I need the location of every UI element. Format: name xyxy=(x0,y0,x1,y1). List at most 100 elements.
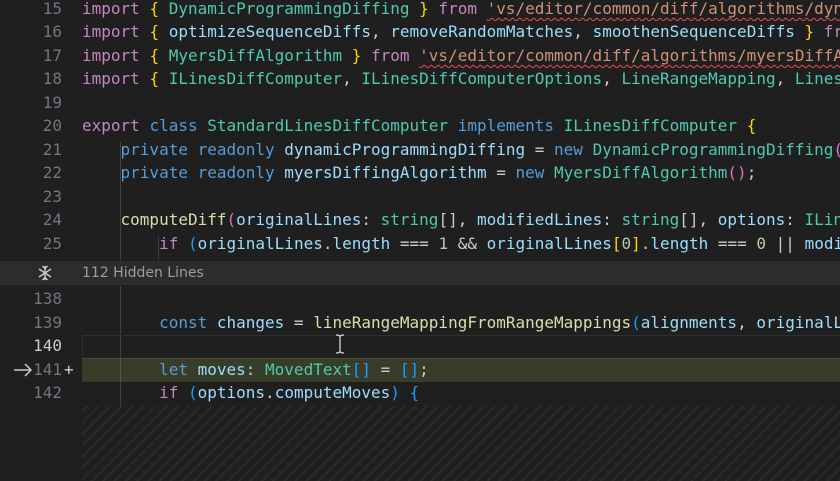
code-token: . xyxy=(265,383,275,402)
code-token: { xyxy=(149,22,169,41)
code-token: , xyxy=(342,69,362,88)
code-line[interactable] xyxy=(82,334,840,358)
code-token: implements xyxy=(457,116,564,135)
code-token: optimizeSequenceDiffs xyxy=(168,22,371,41)
code-token: new xyxy=(515,163,555,182)
code-token: let xyxy=(159,360,198,379)
code-token: ILinesDiffComputerOptions xyxy=(361,69,603,88)
code-token: LineRangeMapping xyxy=(621,69,776,88)
code-token: ( xyxy=(226,210,237,229)
code-line[interactable]: import { ILinesDiffComputer, ILinesDiffC… xyxy=(82,67,840,91)
code-token: DynamicProgrammingDiffing xyxy=(168,0,410,18)
code-token: alignments xyxy=(640,313,738,332)
code-token: lineRangeMappingFromRangeMappings xyxy=(313,313,632,332)
code-token: { xyxy=(149,46,169,65)
code-line[interactable]: let moves: MovedText[] = []; xyxy=(82,358,840,382)
line-number: 21 xyxy=(42,140,62,159)
code-token: ; xyxy=(419,360,429,379)
code-line[interactable]: import { MyersDiffAlgorithm } from 'vs/e… xyxy=(82,44,840,68)
hidden-lines-bar[interactable]: 112 Hidden Lines xyxy=(0,261,840,285)
code-token: private readonly xyxy=(120,163,285,182)
code-token: 0 xyxy=(621,234,632,253)
code-line[interactable]: import { optimizeSequenceDiffs, removeRa… xyxy=(82,20,840,44)
code-line[interactable] xyxy=(82,287,840,311)
code-token: === xyxy=(708,234,757,253)
code-token: 'vs/editor/common/diff/algorithms/dyn xyxy=(486,0,840,18)
code-token: { xyxy=(409,383,420,402)
code-token: === xyxy=(390,234,439,253)
code-token: 0 xyxy=(756,234,767,253)
unfold-icon[interactable] xyxy=(36,261,54,285)
code-token: ( xyxy=(187,234,198,253)
code-token: const xyxy=(159,313,217,332)
code-token: originalLines xyxy=(236,210,362,229)
code-token: ; xyxy=(746,163,757,182)
code-line[interactable]: export class StandardLinesDiffComputer i… xyxy=(82,114,840,138)
code-token: StandardLinesDiffComputer xyxy=(207,116,458,135)
code-token: string xyxy=(380,210,439,229)
diff-editor[interactable]: 15 import { DynamicProgrammingDiffing } f… xyxy=(0,0,840,481)
code-token: originalLines xyxy=(197,234,323,253)
arrow-right-icon xyxy=(12,358,34,382)
code-token: new xyxy=(554,140,593,159)
code-token: import xyxy=(82,22,150,41)
code-line[interactable]: if (originalLines.length === 1 && origin… xyxy=(82,232,840,256)
code-token: . xyxy=(640,234,651,253)
code-line[interactable]: private readonly myersDiffingAlgorithm =… xyxy=(82,161,840,185)
code-token: , xyxy=(602,69,622,88)
code-token: = xyxy=(525,140,555,159)
line-number: 23 xyxy=(42,187,62,206)
code-line[interactable]: if (options.computeMoves) { xyxy=(82,381,840,405)
line-number: 142 xyxy=(33,383,62,402)
line-number: 19 xyxy=(42,93,62,112)
code-token: moves xyxy=(197,360,246,379)
code-token: options xyxy=(197,383,266,402)
code-token: , xyxy=(775,69,795,88)
code-token: { xyxy=(149,69,169,88)
code-token: modi xyxy=(804,234,840,253)
line-number: 25 xyxy=(42,234,62,253)
empty-diff-region xyxy=(82,406,840,481)
code-line[interactable]: import { DynamicProgrammingDiffing } fro… xyxy=(82,0,840,21)
code-token: computeMoves xyxy=(274,383,391,402)
code-token: modifiedLines xyxy=(476,210,603,229)
code-token: = xyxy=(371,360,400,379)
line-number: 16 xyxy=(42,22,62,41)
code-line[interactable]: private readonly dynamicProgrammingDiffi… xyxy=(82,138,840,162)
added-line-marker: + xyxy=(64,360,74,379)
code-token: : xyxy=(361,210,381,229)
code-line[interactable]: const changes = lineRangeMappingFromRang… xyxy=(82,311,840,335)
code-token: removeRandomMatches xyxy=(390,22,574,41)
line-number: 140 xyxy=(33,336,62,355)
code-token: ) xyxy=(390,383,400,402)
code-token: from xyxy=(361,46,420,65)
code-token: Lines xyxy=(794,69,840,88)
code-token: DynamicProgrammingDiffing xyxy=(592,140,834,159)
code-token: import xyxy=(82,0,150,18)
code-token: class xyxy=(149,116,208,135)
code-token: changes xyxy=(216,313,285,332)
code-token: ( xyxy=(833,140,840,159)
hidden-lines-label[interactable]: 112 Hidden Lines xyxy=(82,261,204,285)
text-cursor-icon xyxy=(333,333,347,355)
code-token: originalLines xyxy=(486,234,612,253)
code-token: if xyxy=(159,383,188,402)
code-token: || xyxy=(766,234,805,253)
line-number: 24 xyxy=(42,210,62,229)
line-number: 138 xyxy=(33,289,62,308)
code-line[interactable] xyxy=(82,91,840,115)
code-token: options xyxy=(717,210,786,229)
code-token: [ xyxy=(611,234,622,253)
code-token: ] xyxy=(631,234,641,253)
line-number: 17 xyxy=(42,46,62,65)
code-line[interactable] xyxy=(82,185,840,209)
line-number: 15 xyxy=(42,0,62,18)
code-token: , xyxy=(573,22,593,41)
code-line[interactable]: computeDiff(originalLines: string[], mod… xyxy=(82,208,840,232)
